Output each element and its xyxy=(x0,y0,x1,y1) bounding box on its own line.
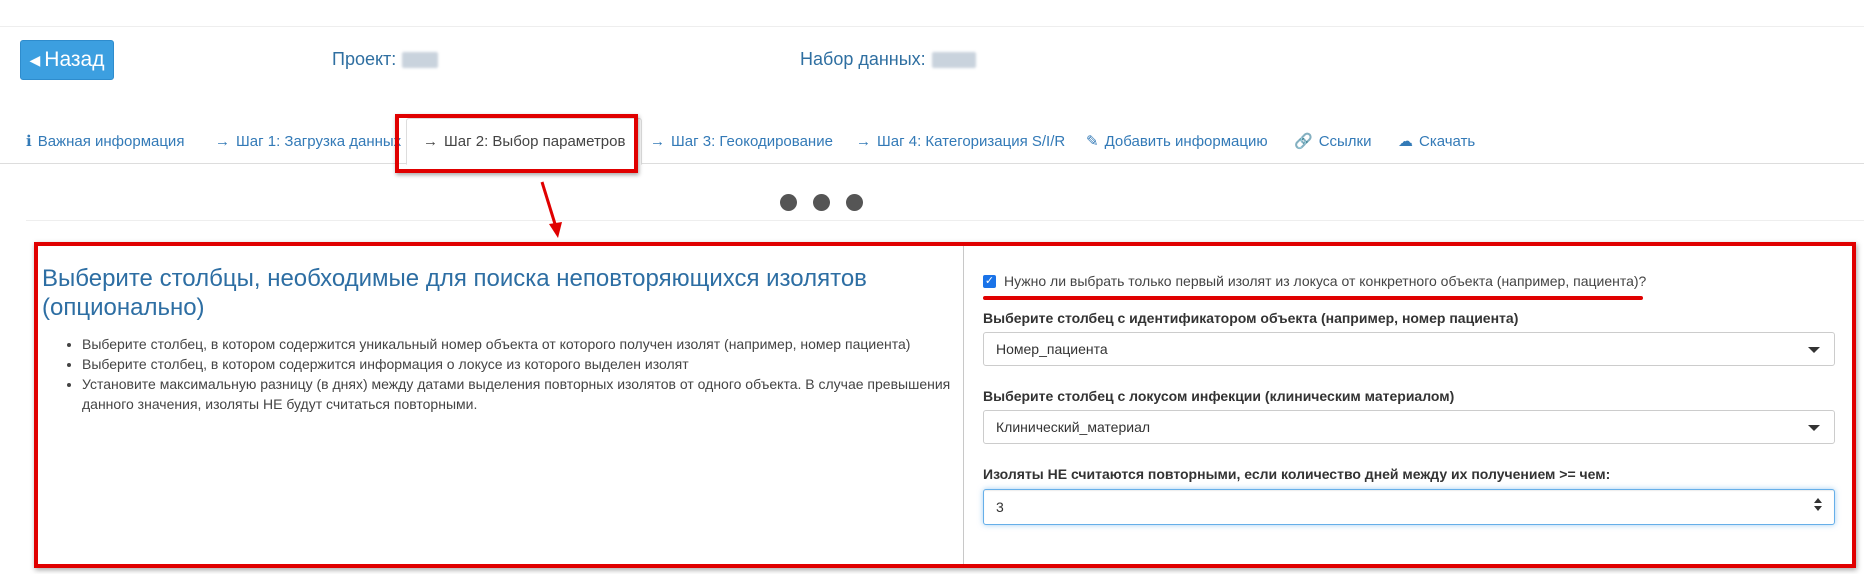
loading-dot xyxy=(846,194,863,211)
days-threshold-value: 3 xyxy=(996,499,1004,515)
tab-label: Шаг 3: Геокодирование xyxy=(671,132,833,150)
back-button[interactable]: ◀ Назад xyxy=(20,40,114,80)
tab-step-2[interactable]: → Шаг 2: Выбор параметров xyxy=(406,118,643,165)
tab-download[interactable]: ☁ Скачать xyxy=(1398,118,1475,164)
info-icon: ℹ xyxy=(26,133,32,150)
locus-column-label: Выберите столбец с локусом инфекции (кли… xyxy=(983,388,1455,404)
object-column-select[interactable]: Номер_пациента xyxy=(983,332,1835,366)
column-divider xyxy=(963,244,964,566)
object-column-label: Выберите столбец с идентификатором объек… xyxy=(983,310,1519,326)
tab-step-1[interactable]: → Шаг 1: Загрузка данных xyxy=(215,118,401,164)
checkbox-checked[interactable]: ✓ xyxy=(983,274,996,288)
caret-down-icon xyxy=(1808,347,1820,353)
tab-add-info[interactable]: ✎ Добавить информацию xyxy=(1086,118,1268,164)
edit-icon: ✎ xyxy=(1086,133,1099,150)
arrow-right-icon: → xyxy=(215,132,230,150)
annotation-underline xyxy=(983,296,1643,300)
locus-column-select[interactable]: Клинический_материал xyxy=(983,410,1835,444)
tab-label: Шаг 4: Категоризация S/I/R xyxy=(877,132,1066,150)
tab-label: Ссылки xyxy=(1318,132,1372,150)
project-label: Проект: xyxy=(332,49,397,69)
section-title: Выберите столбцы, необходимые для поиска… xyxy=(42,265,867,321)
project-name-redacted xyxy=(402,51,439,68)
caret-left-icon: ◀ xyxy=(29,51,41,68)
arrow-right-icon: → xyxy=(423,133,438,150)
first-isolate-label: Нужно ли выбрать только первый изолят из… xyxy=(1004,273,1647,289)
loading-dot xyxy=(813,194,830,211)
caret-down-icon xyxy=(1808,425,1820,431)
instructions-column: Выберите столбцы, необходимые для поиска… xyxy=(42,264,952,414)
arrow-right-icon: → xyxy=(856,132,871,150)
days-threshold-input[interactable]: 3 xyxy=(983,489,1835,525)
tab-label: Добавить информацию xyxy=(1104,132,1268,150)
tab-label: Шаг 1: Загрузка данных xyxy=(236,132,402,150)
object-column-value: Номер_пациента xyxy=(996,341,1108,357)
dataset-info: Набор данных: xyxy=(800,49,976,70)
tab-label: Важная информация xyxy=(37,132,185,150)
step-tabs: ℹ Важная информация → Шаг 1: Загрузка да… xyxy=(0,118,1864,165)
instructions-list: Выберите столбец, в котором содержится у… xyxy=(42,334,952,414)
tab-important-info[interactable]: ℹ Важная информация xyxy=(26,118,184,164)
tab-label: Скачать xyxy=(1419,132,1476,150)
tab-label: Шаг 2: Выбор параметров xyxy=(444,133,626,150)
arrow-right-icon: → xyxy=(650,132,665,150)
spinner-icon[interactable] xyxy=(1814,498,1822,511)
locus-column-value: Клинический_материал xyxy=(996,419,1151,435)
first-isolate-option[interactable]: ✓ Нужно ли выбрать только первый изолят … xyxy=(983,273,1646,289)
link-icon: 🔗 xyxy=(1294,133,1313,150)
instruction-item: Выберите столбец, в котором содержится у… xyxy=(82,334,952,354)
cloud-download-icon: ☁ xyxy=(1398,133,1413,150)
back-button-label: Назад xyxy=(44,48,105,71)
loading-dots xyxy=(780,194,863,211)
params-panel: Выберите столбцы, необходимые для поиска… xyxy=(36,244,1854,566)
dataset-name-redacted xyxy=(931,51,976,68)
tab-links[interactable]: 🔗 Ссылки xyxy=(1294,118,1372,164)
tab-step-4[interactable]: → Шаг 4: Категоризация S/I/R xyxy=(856,118,1065,164)
instruction-item: Выберите столбец, в котором содержится и… xyxy=(82,354,952,374)
dataset-label: Набор данных: xyxy=(800,49,926,69)
project-info: Проект: xyxy=(332,49,439,70)
section-divider xyxy=(26,220,1864,221)
instruction-item: Установите максимальную разницу (в днях)… xyxy=(82,374,952,414)
tab-step-3[interactable]: → Шаг 3: Геокодирование xyxy=(650,118,833,164)
days-threshold-label: Изоляты НЕ считаются повторными, если ко… xyxy=(983,466,1611,482)
top-divider xyxy=(0,26,1864,27)
loading-dot xyxy=(780,194,797,211)
